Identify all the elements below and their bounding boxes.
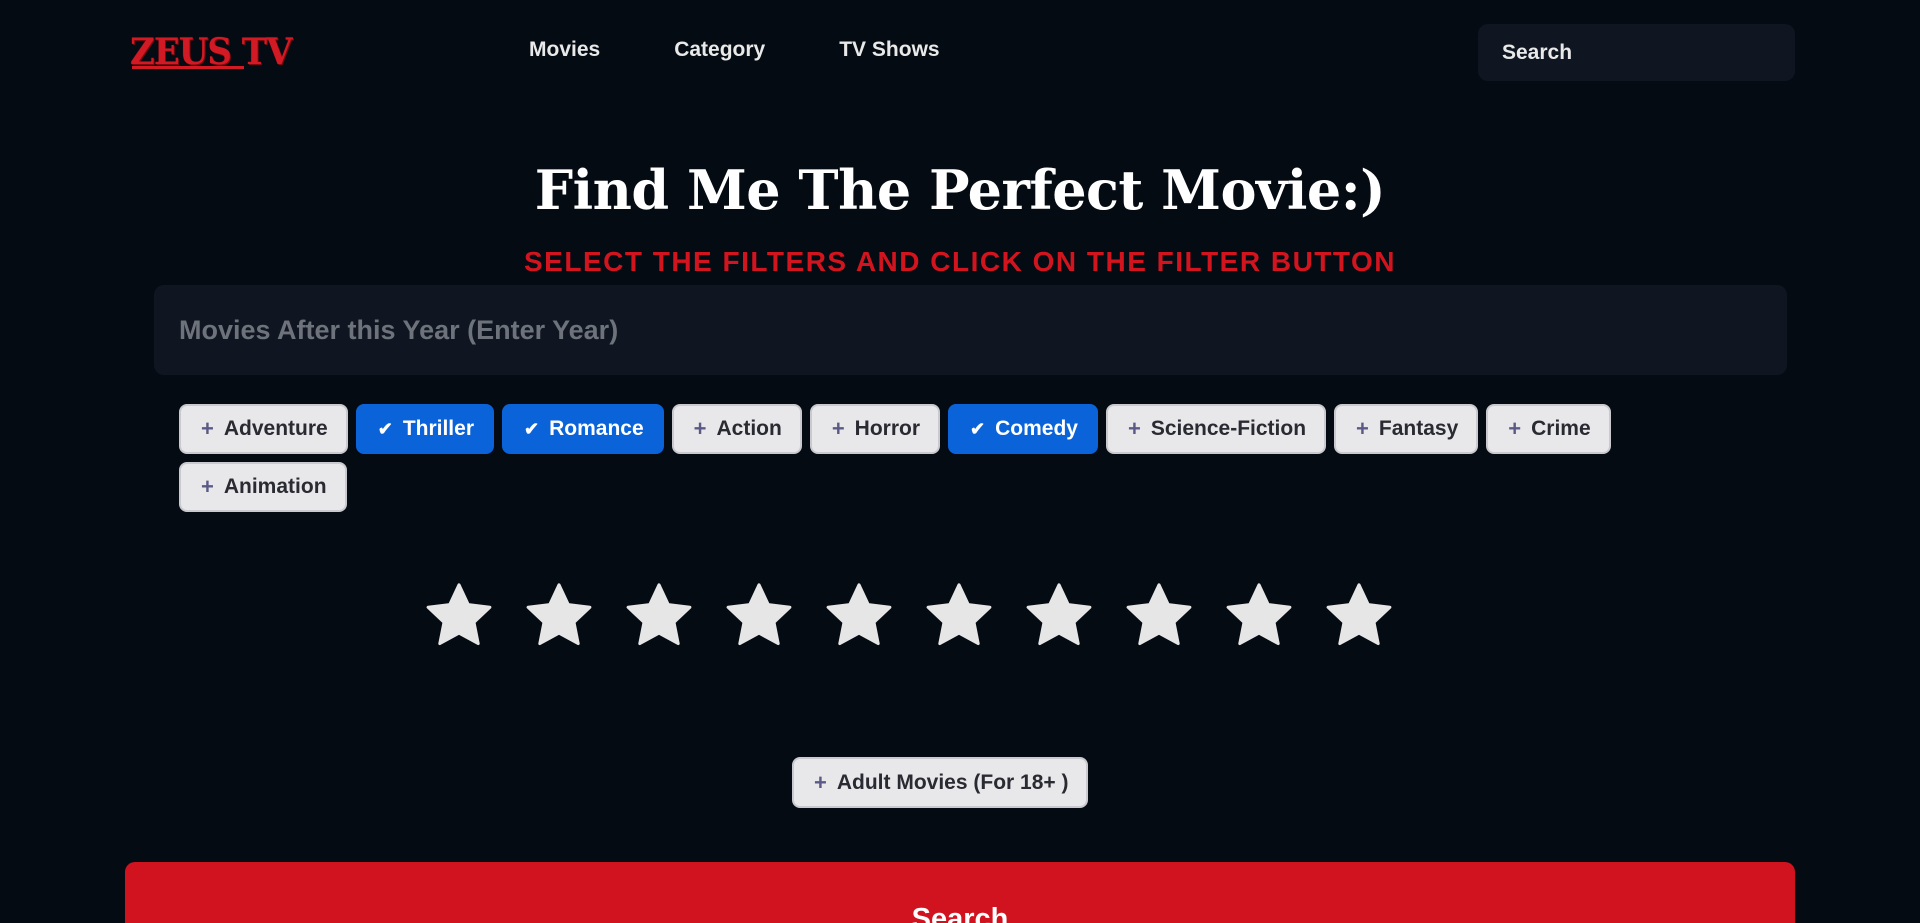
genre-label: Adventure bbox=[223, 417, 328, 440]
plus-icon: + bbox=[1356, 416, 1369, 441]
genre-label: Horror bbox=[854, 417, 921, 440]
genre-chip-animation[interactable]: + Animation bbox=[179, 462, 347, 512]
genre-chip-action[interactable]: + Action bbox=[671, 404, 802, 454]
genre-chip-thriller[interactable]: ✔ Thriller bbox=[355, 404, 494, 454]
star-icon[interactable] bbox=[623, 580, 695, 652]
genre-label: Comedy bbox=[995, 417, 1078, 440]
nav-category[interactable]: Category bbox=[674, 38, 765, 62]
rating-stars bbox=[423, 580, 1395, 652]
star-icon[interactable] bbox=[523, 580, 595, 652]
check-icon: ✔ bbox=[377, 418, 393, 439]
plus-icon: + bbox=[693, 416, 707, 441]
star-icon[interactable] bbox=[723, 580, 795, 652]
genre-chip-fantasy[interactable]: + Fantasy bbox=[1334, 404, 1479, 454]
logo-underline bbox=[132, 66, 244, 69]
search-button[interactable]: Search bbox=[125, 862, 1795, 923]
year-field bbox=[154, 285, 1787, 375]
star-icon[interactable] bbox=[1223, 580, 1295, 652]
adult-movies-label: Adult Movies (For 18+ ) bbox=[836, 770, 1069, 794]
header-search bbox=[1478, 24, 1795, 81]
nav-tv-shows[interactable]: TV Shows bbox=[839, 38, 939, 62]
genre-chip-crime[interactable]: + Crime bbox=[1486, 404, 1611, 454]
check-icon: ✔ bbox=[970, 418, 986, 439]
genre-chip-horror[interactable]: + Horror bbox=[809, 404, 941, 454]
genre-chip-comedy[interactable]: ✔ Comedy bbox=[948, 404, 1098, 454]
star-icon[interactable] bbox=[1123, 580, 1195, 652]
page: ZEUS TV Movies Category TV Shows Find Me… bbox=[0, 0, 1920, 923]
check-icon: ✔ bbox=[524, 418, 540, 439]
plus-icon: + bbox=[1127, 416, 1141, 441]
genre-label: Animation bbox=[223, 475, 327, 498]
genre-label: Crime bbox=[1531, 417, 1591, 440]
genre-chip-adventure[interactable]: + Adventure bbox=[179, 404, 348, 454]
plus-icon: + bbox=[814, 769, 827, 795]
search-input[interactable] bbox=[1502, 40, 1787, 65]
star-icon[interactable] bbox=[1023, 580, 1095, 652]
year-input[interactable] bbox=[179, 314, 1762, 346]
star-icon[interactable] bbox=[423, 580, 495, 652]
genre-label: Science-Fiction bbox=[1150, 417, 1307, 440]
genre-label: Romance bbox=[549, 417, 644, 440]
genre-label: Thriller bbox=[402, 417, 474, 440]
genre-chip-romance[interactable]: ✔ Romance bbox=[502, 404, 664, 454]
plus-icon: + bbox=[201, 416, 214, 441]
plus-icon: + bbox=[201, 474, 214, 499]
plus-icon: + bbox=[831, 416, 845, 441]
genre-chip-science-fiction[interactable]: + Science-Fiction bbox=[1105, 404, 1327, 454]
genre-label: Fantasy bbox=[1378, 417, 1459, 440]
instructions: SELECT THE FILTERS AND CLICK ON THE FILT… bbox=[524, 246, 1396, 277]
genre-label: Action bbox=[716, 417, 782, 440]
star-icon[interactable] bbox=[1323, 580, 1395, 652]
genre-list: + Adventure ✔ Thriller ✔ Romance + Action + H… bbox=[179, 404, 1639, 512]
star-icon[interactable] bbox=[923, 580, 995, 652]
star-icon[interactable] bbox=[823, 580, 895, 652]
page-title: Find Me The Perfect Movie:) bbox=[534, 158, 1386, 222]
adult-movies-toggle[interactable]: + Adult Movies (For 18+ ) bbox=[792, 757, 1089, 808]
main-nav: Movies Category TV Shows bbox=[529, 38, 940, 62]
nav-movies[interactable]: Movies bbox=[529, 38, 600, 62]
plus-icon: + bbox=[1508, 416, 1522, 441]
